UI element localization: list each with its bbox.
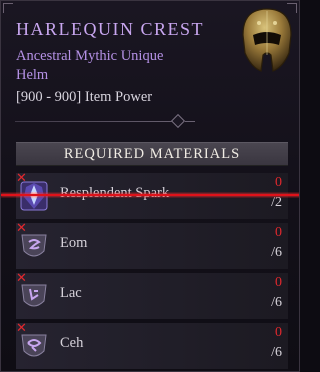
- item-rarity: Ancestral Mythic Unique: [16, 48, 164, 64]
- material-have-count: 0: [275, 275, 282, 290]
- strike-line: [1, 194, 299, 196]
- material-row: ✕ Lac 0 /6: [16, 271, 288, 319]
- material-need-count: /6: [271, 345, 282, 360]
- material-name: Ceh: [60, 335, 84, 351]
- required-materials-header: REQUIRED MATERIALS: [16, 142, 288, 166]
- item-name: HARLEQUIN CREST: [16, 19, 204, 39]
- material-have-count: 0: [275, 175, 282, 190]
- material-have-count: 0: [275, 225, 282, 240]
- material-need-count: /6: [271, 245, 282, 260]
- material-row: ✕ Eom 0 /6: [16, 221, 288, 269]
- missing-mark-icon: ✕: [16, 221, 27, 236]
- material-name: Eom: [60, 235, 88, 251]
- item-tooltip: { "item": { "name": "HARLEQUIN CREST", "…: [0, 0, 300, 372]
- missing-mark-icon: ✕: [16, 171, 27, 186]
- missing-mark-icon: ✕: [16, 321, 27, 336]
- helm-icon: [242, 8, 292, 72]
- divider: [15, 121, 183, 122]
- material-row: ✕ Ceh 0 /6: [16, 321, 288, 369]
- item-slot: Helm: [16, 67, 49, 83]
- divider-gem: [170, 113, 186, 129]
- missing-mark-icon: ✕: [16, 271, 27, 286]
- material-name: Lac: [60, 285, 82, 301]
- material-need-count: /6: [271, 295, 282, 310]
- frame-corner: [3, 3, 13, 13]
- divider: [185, 121, 195, 122]
- material-have-count: 0: [275, 325, 282, 340]
- item-power: [900 - 900] Item Power: [16, 89, 153, 105]
